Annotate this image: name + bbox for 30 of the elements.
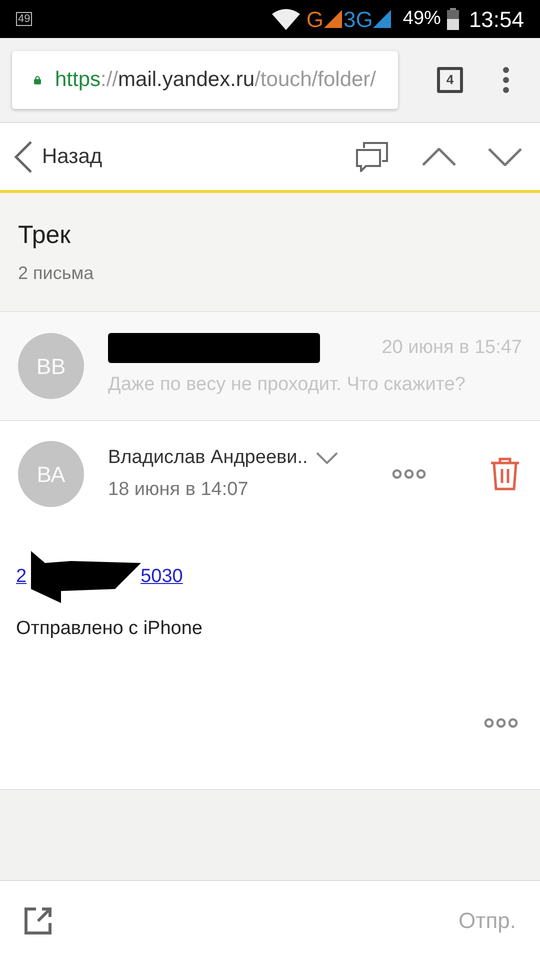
notification-icon: 49: [16, 12, 32, 26]
thread-icon[interactable]: [356, 142, 388, 172]
message-body: Отправлено с iPhone: [15, 617, 204, 641]
compose-icon[interactable]: [24, 906, 52, 934]
signal-icon: [324, 10, 342, 28]
more-icon[interactable]: [484, 718, 518, 728]
thread-title: Трек: [18, 220, 72, 251]
back-icon: [14, 140, 32, 172]
wifi-icon: [272, 8, 300, 30]
trash-icon[interactable]: [490, 457, 520, 491]
chevron-up-icon[interactable]: [422, 148, 456, 166]
tab-count-button[interactable]: 4: [437, 67, 463, 93]
sender-name: Владислав Андрееви..: [108, 446, 308, 470]
back-button[interactable]: Назад: [14, 140, 102, 172]
url-field[interactable]: https://mail.yandex.ru/touch/folder/: [12, 51, 398, 109]
phone-link[interactable]: 5030: [140, 563, 183, 592]
clock: 13:54: [468, 6, 524, 34]
message-date: 18 июня в 14:07: [108, 478, 250, 502]
battery-icon: [446, 8, 459, 30]
message-count: 2 письма: [18, 262, 95, 286]
battery-percent: 49%: [402, 6, 441, 31]
menu-icon[interactable]: [502, 67, 510, 93]
network-label: 3G: [344, 6, 373, 34]
signal-icon: [372, 10, 391, 28]
url-text: https://mail.yandex.ru/touch/folder/: [54, 67, 376, 94]
phone-link[interactable]: 2: [16, 563, 27, 592]
chevron-down-icon[interactable]: [488, 148, 522, 166]
network-label: G: [306, 6, 324, 34]
more-icon[interactable]: [392, 469, 426, 479]
chevron-down-icon[interactable]: [316, 452, 338, 464]
